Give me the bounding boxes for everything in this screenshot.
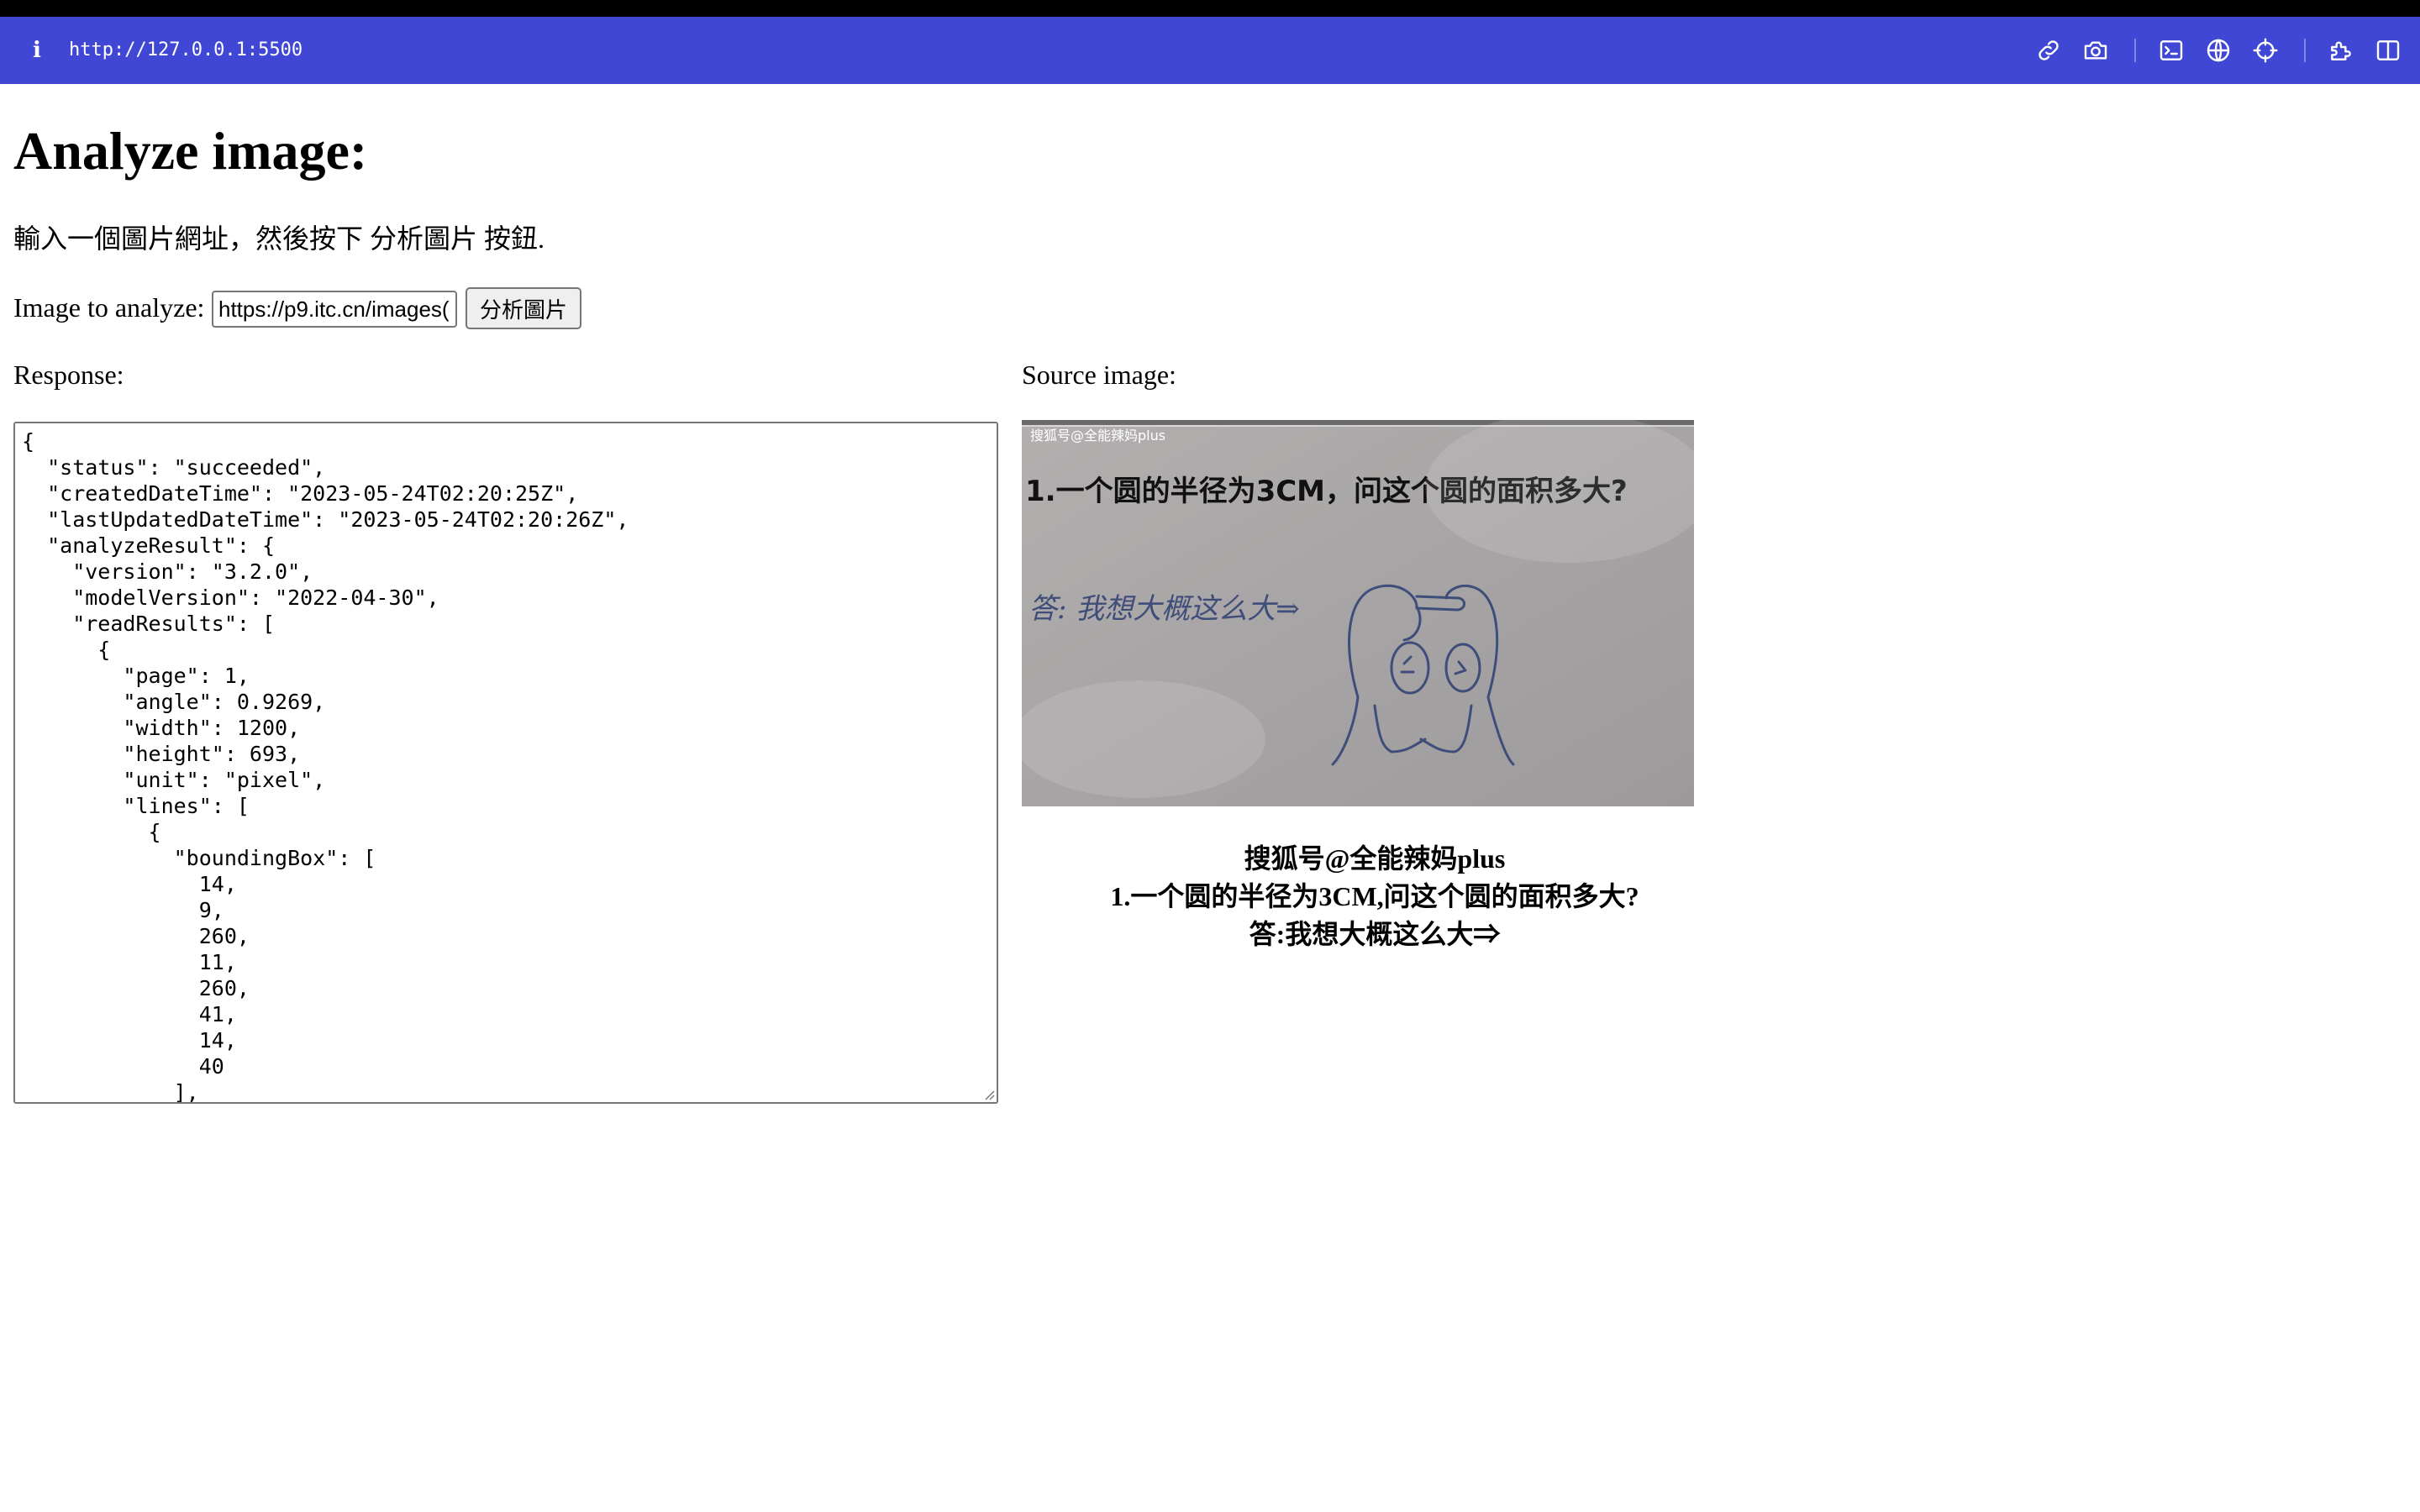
- info-icon[interactable]: i: [29, 34, 45, 67]
- camera-icon[interactable]: [2081, 35, 2111, 66]
- ocr-line: 搜狐号@全能辣妈plus: [1244, 843, 1506, 874]
- source-image-label: Source image:: [1022, 360, 1176, 390]
- toolbar-separator: [2304, 39, 2306, 62]
- response-label: Response:: [13, 360, 124, 390]
- crosshair-icon[interactable]: [2250, 35, 2281, 66]
- analyze-image-button[interactable]: 分析圖片: [466, 287, 581, 329]
- link-icon[interactable]: [2033, 35, 2064, 66]
- ocr-result-text: 搜狐号@全能辣妈plus 1.一个圆的半径为3CM,问这个圆的面积多大? 答:我…: [1022, 840, 1728, 953]
- page-content: Analyze image: 輸入一個圖片網址，然後按下 分析圖片 按鈕. Im…: [0, 84, 2420, 1512]
- resize-grip-icon[interactable]: [981, 1087, 995, 1100]
- address-bar-url[interactable]: http://127.0.0.1:5500: [69, 34, 302, 67]
- window-top-strip: [0, 0, 2420, 17]
- toolbar-separator: [2134, 39, 2136, 62]
- extensions-icon[interactable]: [2326, 35, 2356, 66]
- image-handwritten-answer: 答: 我想大概这么大⇒: [1028, 592, 1300, 626]
- source-image: 搜狐号@全能辣妈plus 1.一个圆的半径为3CM，问这个圆的面积多大? 答: …: [1022, 420, 1694, 806]
- image-url-label: Image to analyze:: [13, 292, 205, 323]
- ocr-line: 答:我想大概这么大⇒: [1249, 919, 1501, 949]
- ocr-line: 1.一个圆的半径为3CM,问这个圆的面积多大?: [1110, 881, 1639, 911]
- page-title: Analyze image:: [13, 121, 368, 181]
- image-url-input[interactable]: [212, 291, 457, 328]
- image-watermark: 搜狐号@全能辣妈plus: [1030, 428, 1165, 444]
- sidebar-icon[interactable]: [2373, 35, 2403, 66]
- globe-icon[interactable]: [2203, 35, 2233, 66]
- terminal-icon[interactable]: [2156, 35, 2186, 66]
- response-json-text: { "status": "succeeded", "createdDateTim…: [22, 429, 629, 1104]
- instruction-text: 輸入一個圖片網址，然後按下 分析圖片 按鈕.: [13, 223, 545, 254]
- response-textarea[interactable]: { "status": "succeeded", "createdDateTim…: [13, 422, 998, 1104]
- browser-toolbar: i http://127.0.0.1:5500: [0, 17, 2420, 84]
